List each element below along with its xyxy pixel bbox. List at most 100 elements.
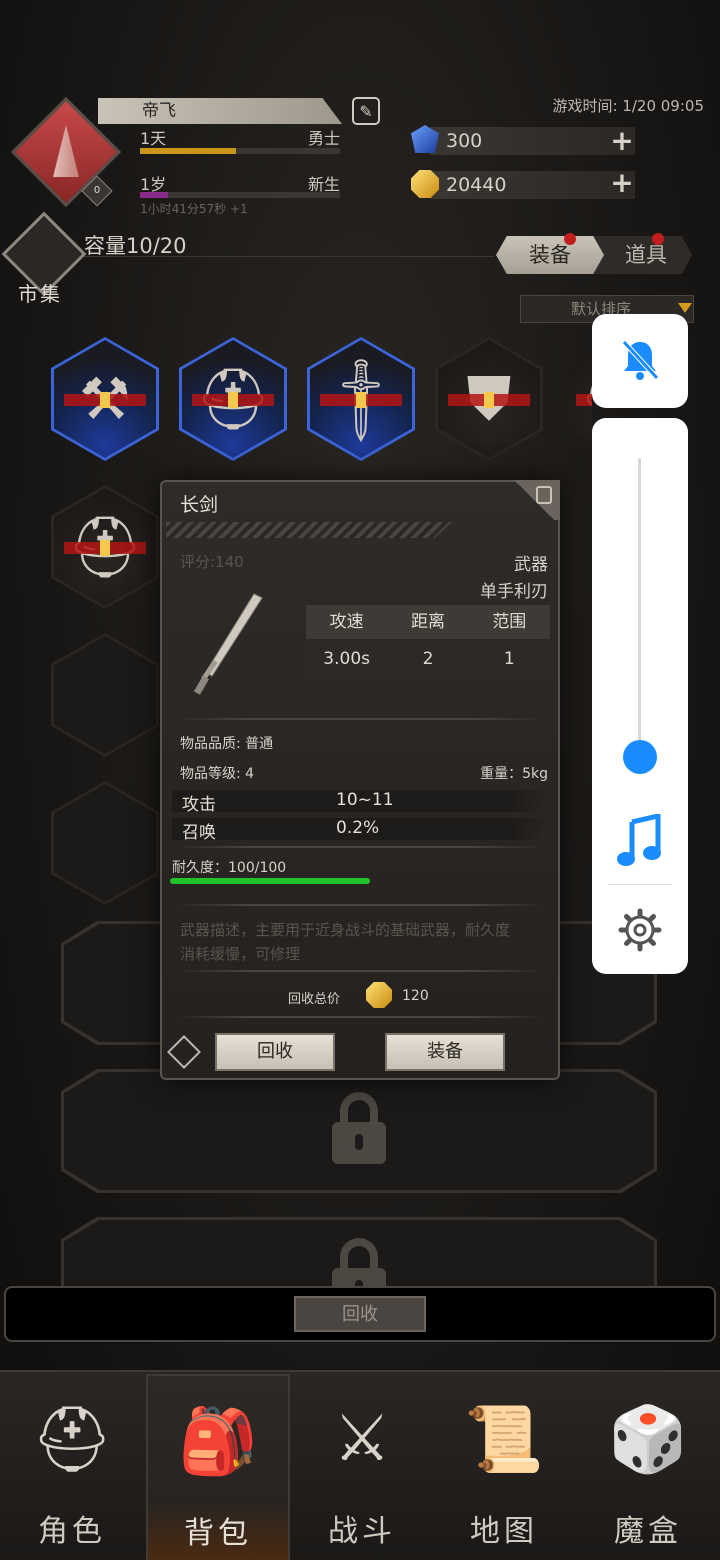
scroll-icon: 📜 — [464, 1403, 544, 1477]
attribute-value: 0.2% — [336, 818, 380, 838]
nav-label: 战斗 — [328, 1514, 396, 1549]
item-type: 武器 — [514, 555, 548, 575]
nav-item-character[interactable]: ⛑ 角色 — [0, 1374, 144, 1560]
attribute-name: 召唤 — [182, 823, 216, 843]
recycle-total-label: 回收总价 — [288, 992, 341, 1007]
viking-helmet-icon: ⛑ — [31, 1403, 113, 1477]
recycle-button[interactable]: 回收 — [215, 1033, 335, 1071]
item-title: 长剑 — [180, 494, 219, 516]
inventory-slot[interactable]: 🗡 — [307, 337, 415, 461]
inventory-slot-empty[interactable] — [51, 781, 159, 905]
bell-off-icon[interactable] — [620, 338, 660, 382]
market-label[interactable]: 市集 — [18, 278, 62, 307]
game-time: 游戏时间: 1/20 09:05 — [552, 97, 704, 115]
equip-notification-dot — [564, 233, 576, 245]
equip-button[interactable]: 装备 — [385, 1033, 505, 1071]
sword-icon — [193, 593, 263, 695]
stats-header-row: 攻速 距离 范围 — [306, 605, 550, 639]
volume-slider-track[interactable] — [638, 458, 641, 756]
stat-header: 距离 — [410, 612, 445, 632]
nav-item-map[interactable]: 📜 地图 — [432, 1374, 576, 1560]
items-notification-dot — [652, 233, 664, 245]
new-ribbon — [64, 392, 146, 408]
durability-bar — [170, 878, 370, 884]
inventory-slot[interactable]: ⛑ — [566, 340, 592, 464]
exp-bar-fill — [140, 148, 236, 154]
gold-counter: 20440 — [430, 171, 635, 199]
inventory-slot-empty[interactable] — [51, 633, 159, 757]
durability-label: 耐久度：100/100 — [172, 860, 287, 876]
inventory-slot[interactable]: ⛑ — [51, 485, 159, 609]
age-timer: 1小时41分57秒 +1 — [140, 202, 248, 216]
stat-value: 2 — [422, 649, 434, 669]
stat-value: 1 — [503, 649, 515, 669]
edit-name-icon[interactable]: ✎ — [352, 97, 380, 125]
item-quality: 物品品质: 普通 — [180, 736, 274, 752]
avatar-level-badge: 0 — [81, 175, 113, 207]
popup-corner — [508, 480, 560, 520]
stat-value: 3.00s — [323, 649, 371, 669]
nav-label: 背包 — [184, 1516, 252, 1551]
gem-counter: 300 — [430, 127, 635, 155]
item-weight: 重量：5kg — [480, 766, 548, 782]
new-ribbon — [576, 394, 592, 406]
item-level: 物品等级: 4 — [180, 766, 255, 782]
new-ribbon — [320, 392, 402, 408]
panel-divider — [608, 884, 672, 885]
gold-amount: 20440 — [446, 174, 507, 196]
gold-icon — [366, 982, 392, 1008]
exp-bar — [140, 148, 340, 154]
lock-icon — [332, 1092, 386, 1164]
nav-item-battle[interactable]: ⚔ 战斗 — [290, 1374, 434, 1560]
attribute-value: 10~11 — [336, 790, 394, 810]
age-row: 1岁 新生 — [140, 171, 340, 194]
class-tag: 勇士 — [307, 129, 340, 148]
lock-toggle-icon[interactable] — [536, 486, 552, 504]
section-divider — [176, 904, 544, 906]
item-score: 评分:140 — [180, 553, 244, 571]
slot-bg: ⛑ — [566, 340, 592, 458]
new-ribbon — [192, 392, 274, 408]
shield-sword-icon: ⚔ — [333, 1402, 391, 1476]
age-bar — [140, 192, 340, 198]
music-note-icon[interactable] — [616, 814, 664, 868]
add-gems-icon[interactable]: + — [610, 127, 634, 155]
nav-label: 地图 — [470, 1514, 538, 1549]
nav-item-backpack[interactable]: 🎒 背包 — [146, 1374, 290, 1560]
stat-header: 攻速 — [329, 612, 364, 632]
section-divider — [176, 970, 544, 972]
recycle-total-value: 120 — [402, 988, 429, 1004]
item-subtype: 单手利刃 — [480, 582, 548, 602]
tab-equip[interactable]: 装备 — [496, 236, 604, 274]
gold-icon — [411, 170, 439, 198]
title-stripe — [166, 522, 452, 538]
gem-amount: 300 — [446, 130, 483, 152]
volume-slider-thumb[interactable] — [623, 740, 657, 774]
gear-icon[interactable] — [618, 908, 662, 952]
inventory-slot[interactable]: ⛑ — [179, 337, 287, 461]
nav-item-magic-box[interactable]: 🎲 魔盒 — [576, 1374, 720, 1560]
attribute-name: 攻击 — [182, 795, 216, 815]
nav-label: 角色 — [38, 1514, 106, 1549]
tab-items[interactable]: 道具 — [592, 236, 692, 274]
class-value: 1天 — [140, 129, 167, 148]
capacity-divider — [84, 256, 494, 257]
class-row: 1天 勇士 — [140, 125, 340, 148]
inventory-slot[interactable]: ⛊ — [435, 337, 543, 461]
bulk-recycle-button[interactable]: 回收 — [294, 1296, 426, 1332]
add-gold-icon[interactable]: + — [610, 169, 634, 197]
item-description: 武器描述，主要用于近身战斗的基础武器，耐久度消耗缓慢，可修理 — [180, 921, 511, 963]
nav-label: 魔盒 — [614, 1514, 682, 1549]
backpack-icon: 🎒 — [178, 1405, 258, 1479]
section-divider — [176, 718, 544, 720]
age-bar-fill — [140, 192, 168, 198]
section-divider — [176, 1016, 544, 1018]
section-divider — [176, 846, 544, 848]
player-name: 帝飞 — [98, 98, 342, 124]
inventory-slot[interactable]: ⚒ — [51, 337, 159, 461]
item-stats-table: 攻速 距离 范围 3.00s 2 1 — [306, 605, 550, 675]
stat-header: 范围 — [492, 612, 527, 632]
magic-box-icon: 🎲 — [608, 1403, 688, 1477]
chevron-down-icon — [678, 303, 692, 313]
new-ribbon — [64, 540, 146, 556]
